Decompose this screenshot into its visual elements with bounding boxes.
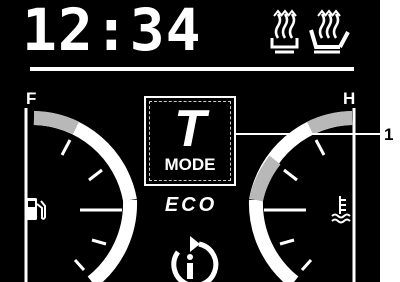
fuel-pump-icon <box>26 198 46 220</box>
drive-mode-indicator: T MODE <box>144 96 236 186</box>
rear-defroster-icon <box>270 9 299 54</box>
fuel-full-label: F <box>26 89 37 108</box>
callout-leader-line <box>236 133 380 135</box>
mode-label: MODE <box>164 155 216 174</box>
fuel-gauge <box>24 108 138 282</box>
instrument-cluster-display: 12:34 F H T MODE ECO <box>0 0 380 282</box>
info-icon <box>171 236 219 282</box>
mode-letter: T <box>174 100 206 158</box>
temperature-hot-label: H <box>343 89 356 108</box>
seat-heater-icon <box>309 9 350 54</box>
eco-indicator: ECO <box>164 194 218 216</box>
callout-number: 1 <box>384 125 394 144</box>
coolant-temperature-icon <box>331 196 351 224</box>
divider-line <box>30 67 354 71</box>
